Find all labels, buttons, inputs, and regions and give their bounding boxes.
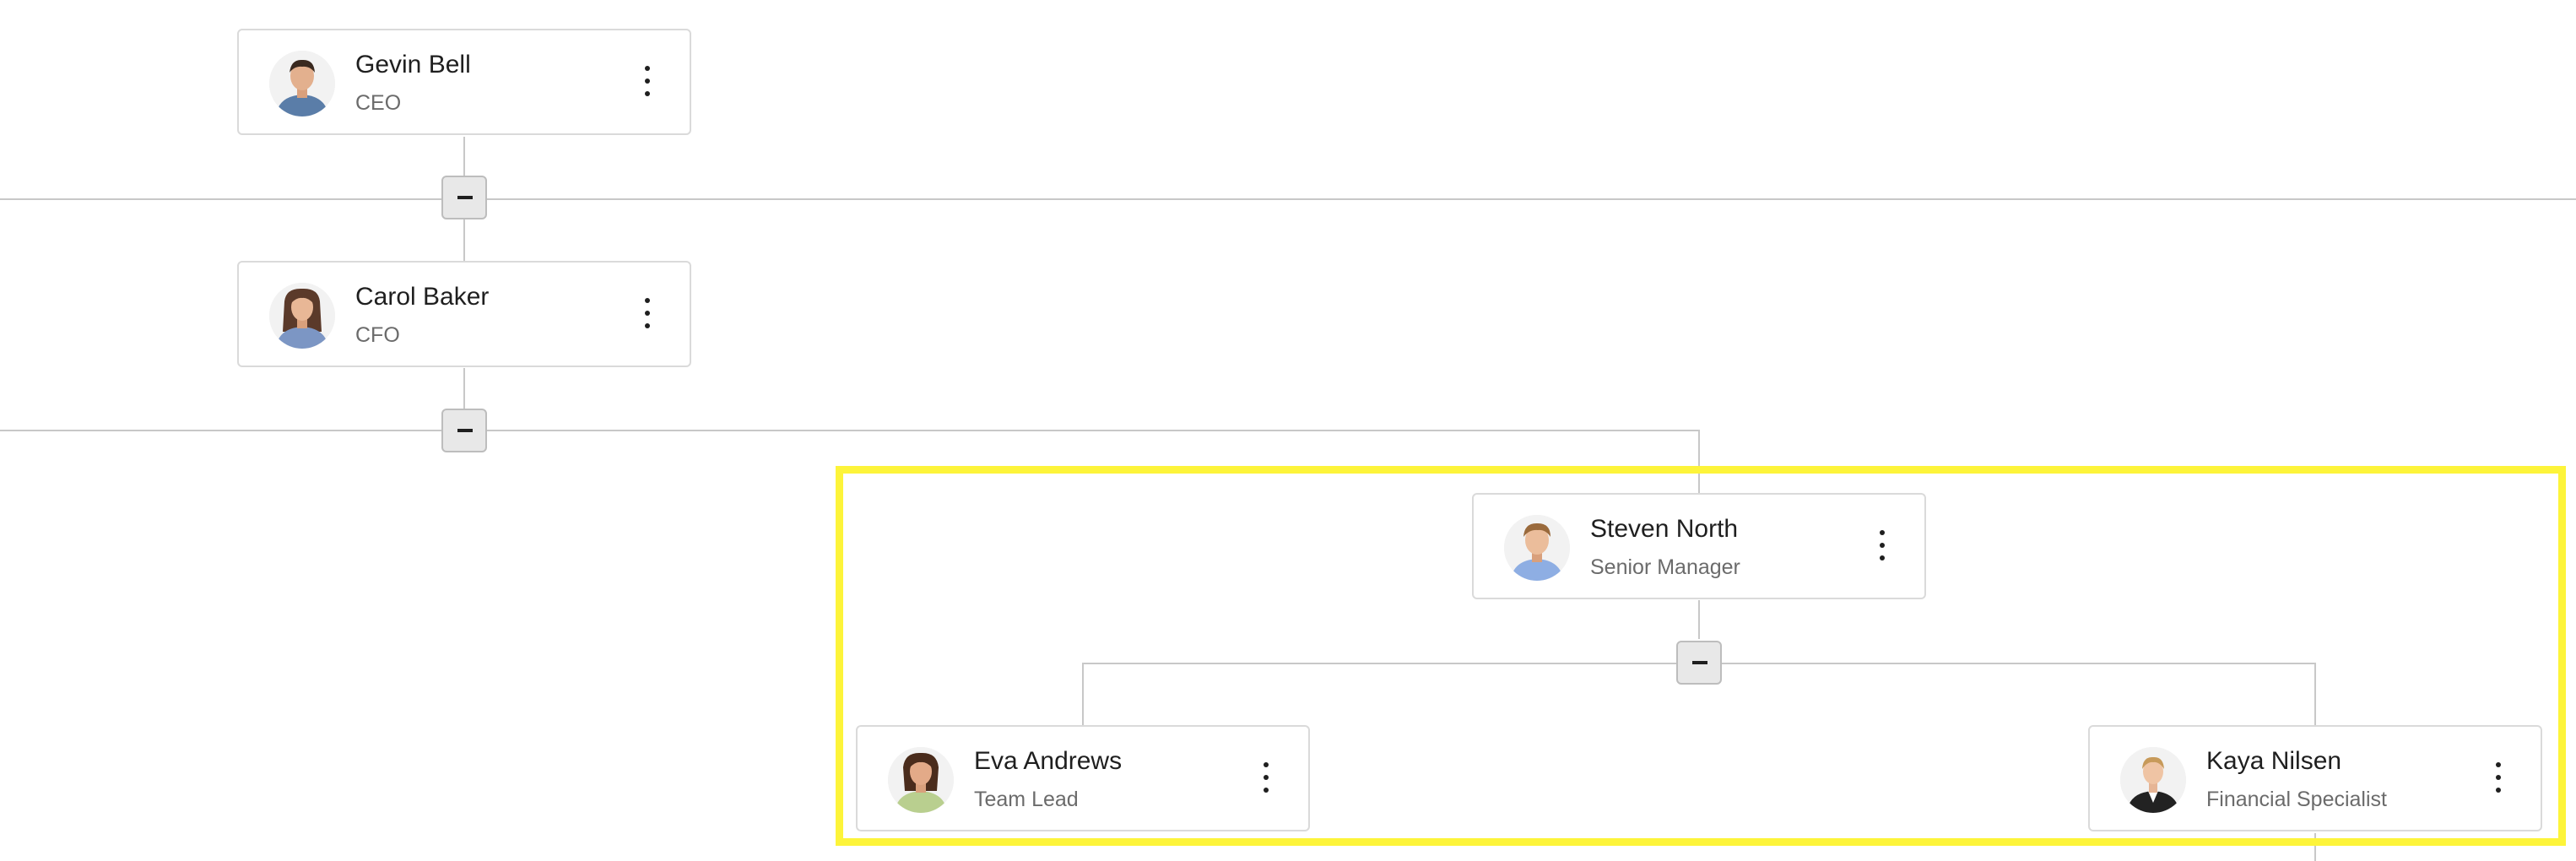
employee-title: CFO	[355, 323, 400, 347]
employee-name: Steven North	[1590, 515, 1739, 543]
employee-card[interactable]: Kaya Nilsen Financial Specialist	[2088, 725, 2542, 831]
connector-line	[463, 137, 465, 176]
collapse-toggle-button[interactable]	[441, 176, 487, 219]
employee-title: Team Lead	[974, 788, 1079, 811]
employee-title: Financial Specialist	[2206, 788, 2387, 811]
collapse-toggle-button[interactable]	[1676, 641, 1722, 685]
employee-card[interactable]: Gevin Bell CEO	[237, 29, 691, 135]
avatar	[269, 283, 335, 349]
avatar	[1504, 515, 1570, 581]
employee-name: Gevin Bell	[355, 51, 471, 79]
more-vertical-icon[interactable]	[637, 293, 658, 333]
woman-portrait-icon	[888, 747, 954, 813]
avatar	[269, 51, 335, 116]
more-vertical-icon[interactable]	[637, 61, 658, 101]
employee-name: Carol Baker	[355, 283, 490, 311]
woman-portrait-icon	[269, 283, 335, 349]
collapse-toggle-button[interactable]	[441, 409, 487, 452]
employee-name: Kaya Nilsen	[2206, 747, 2342, 775]
man-portrait-icon	[269, 51, 335, 116]
more-vertical-icon[interactable]	[2488, 757, 2508, 798]
man-portrait-icon	[1504, 515, 1570, 581]
avatar	[2120, 747, 2186, 813]
connector-line	[0, 430, 1700, 431]
employee-card[interactable]: Eva Andrews Team Lead	[856, 725, 1310, 831]
connector-line	[1082, 663, 1084, 725]
more-vertical-icon[interactable]	[1872, 525, 1892, 566]
employee-name: Eva Andrews	[974, 747, 1123, 775]
connector-line	[2314, 833, 2316, 861]
collapse-minus-icon	[1692, 661, 1707, 664]
woman-portrait-icon	[2120, 747, 2186, 813]
collapse-minus-icon	[457, 429, 473, 432]
employee-card[interactable]: Steven North Senior Manager	[1472, 493, 1926, 599]
org-chart-canvas: Gevin Bell CEO Carol Baker CFO Steven No…	[0, 0, 2576, 861]
avatar	[888, 747, 954, 813]
connector-line	[1698, 430, 1700, 493]
employee-title: CEO	[355, 91, 402, 115]
employee-title: Senior Manager	[1590, 555, 1740, 579]
connector-line	[463, 219, 465, 261]
connector-line	[0, 198, 2576, 200]
collapse-minus-icon	[457, 196, 473, 199]
connector-line	[1698, 600, 1700, 639]
connector-line	[463, 368, 465, 409]
connector-line	[2314, 663, 2316, 725]
employee-card[interactable]: Carol Baker CFO	[237, 261, 691, 367]
more-vertical-icon[interactable]	[1256, 757, 1276, 798]
